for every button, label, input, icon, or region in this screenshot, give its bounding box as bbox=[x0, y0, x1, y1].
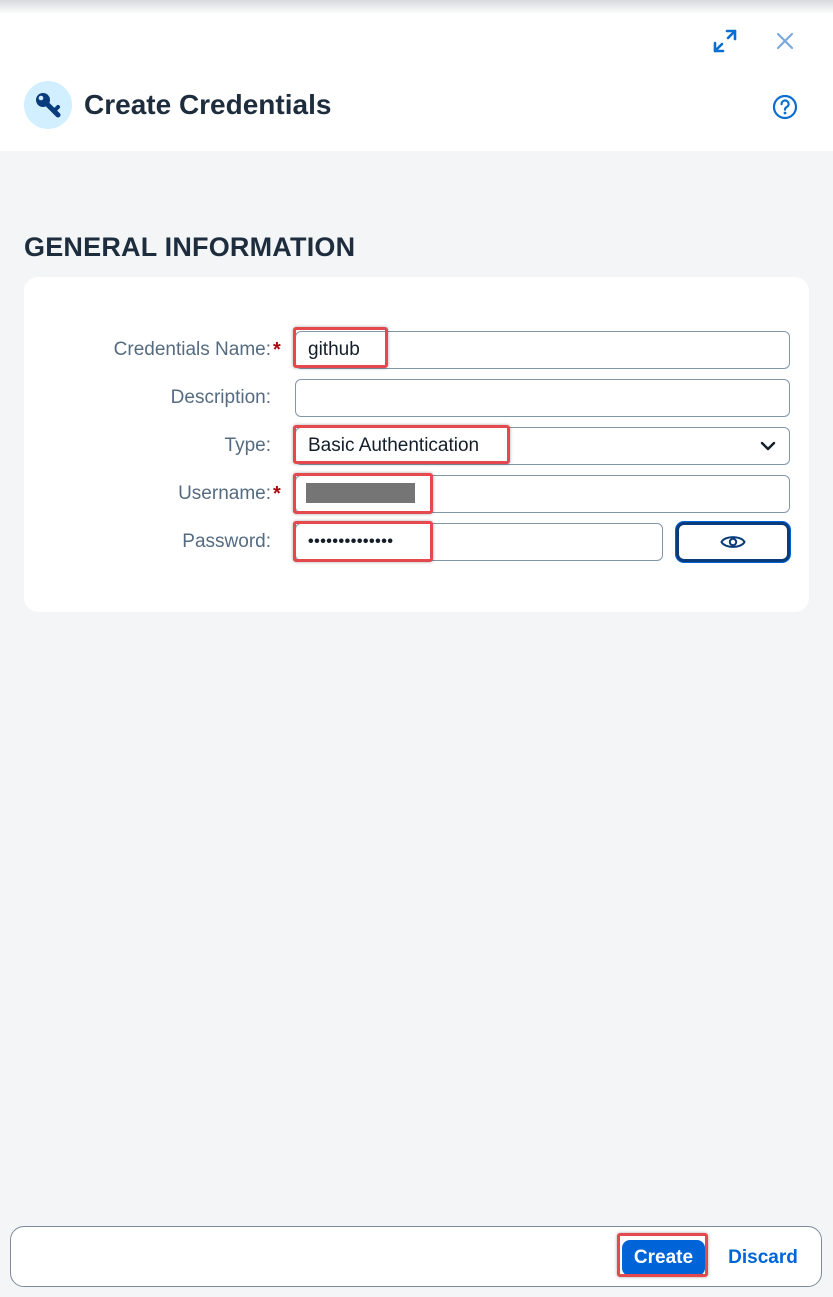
help-button[interactable] bbox=[766, 88, 804, 126]
dialog-footer: Create Discard bbox=[10, 1226, 822, 1287]
password-label: Password: bbox=[182, 531, 271, 552]
type-select-value: Basic Authentication bbox=[308, 435, 480, 456]
username-label: Username: bbox=[178, 483, 271, 504]
general-information-form: Credentials Name: * Description: Type: B… bbox=[24, 277, 809, 612]
dialog-header: Create Credentials bbox=[0, 0, 833, 151]
show-password-button[interactable] bbox=[676, 522, 790, 562]
redacted-username bbox=[306, 483, 415, 503]
type-row: Type: Basic Authentication bbox=[24, 427, 809, 465]
password-masked-value: •••••••••••••• bbox=[308, 533, 394, 550]
key-icon bbox=[36, 93, 61, 118]
dialog-title: Create Credentials bbox=[84, 89, 332, 120]
eye-icon bbox=[720, 536, 746, 548]
type-select[interactable]: Basic Authentication bbox=[295, 427, 790, 465]
close-icon bbox=[776, 32, 794, 50]
required-marker: * bbox=[273, 483, 281, 505]
app-icon bbox=[24, 81, 72, 129]
expand-button[interactable] bbox=[706, 22, 744, 60]
description-label: Description: bbox=[170, 387, 271, 408]
chevron-down-icon bbox=[760, 441, 776, 451]
description-input[interactable] bbox=[295, 379, 790, 417]
credentials-name-row: Credentials Name: * bbox=[24, 331, 809, 369]
create-button[interactable]: Create bbox=[622, 1240, 705, 1276]
discard-button[interactable]: Discard bbox=[723, 1240, 803, 1276]
description-row: Description: bbox=[24, 379, 809, 417]
header-shadow bbox=[0, 0, 833, 14]
type-label: Type: bbox=[224, 435, 271, 456]
section-title: GENERAL INFORMATION bbox=[24, 232, 356, 262]
username-row: Username: * bbox=[24, 475, 809, 513]
expand-icon bbox=[713, 29, 737, 53]
close-button[interactable] bbox=[766, 22, 804, 60]
credentials-name-input[interactable] bbox=[295, 331, 790, 369]
help-icon bbox=[772, 94, 798, 120]
credentials-name-label: Credentials Name: bbox=[113, 339, 271, 360]
password-row: Password: •••••••••••••• bbox=[24, 522, 809, 562]
required-marker: * bbox=[273, 339, 281, 361]
